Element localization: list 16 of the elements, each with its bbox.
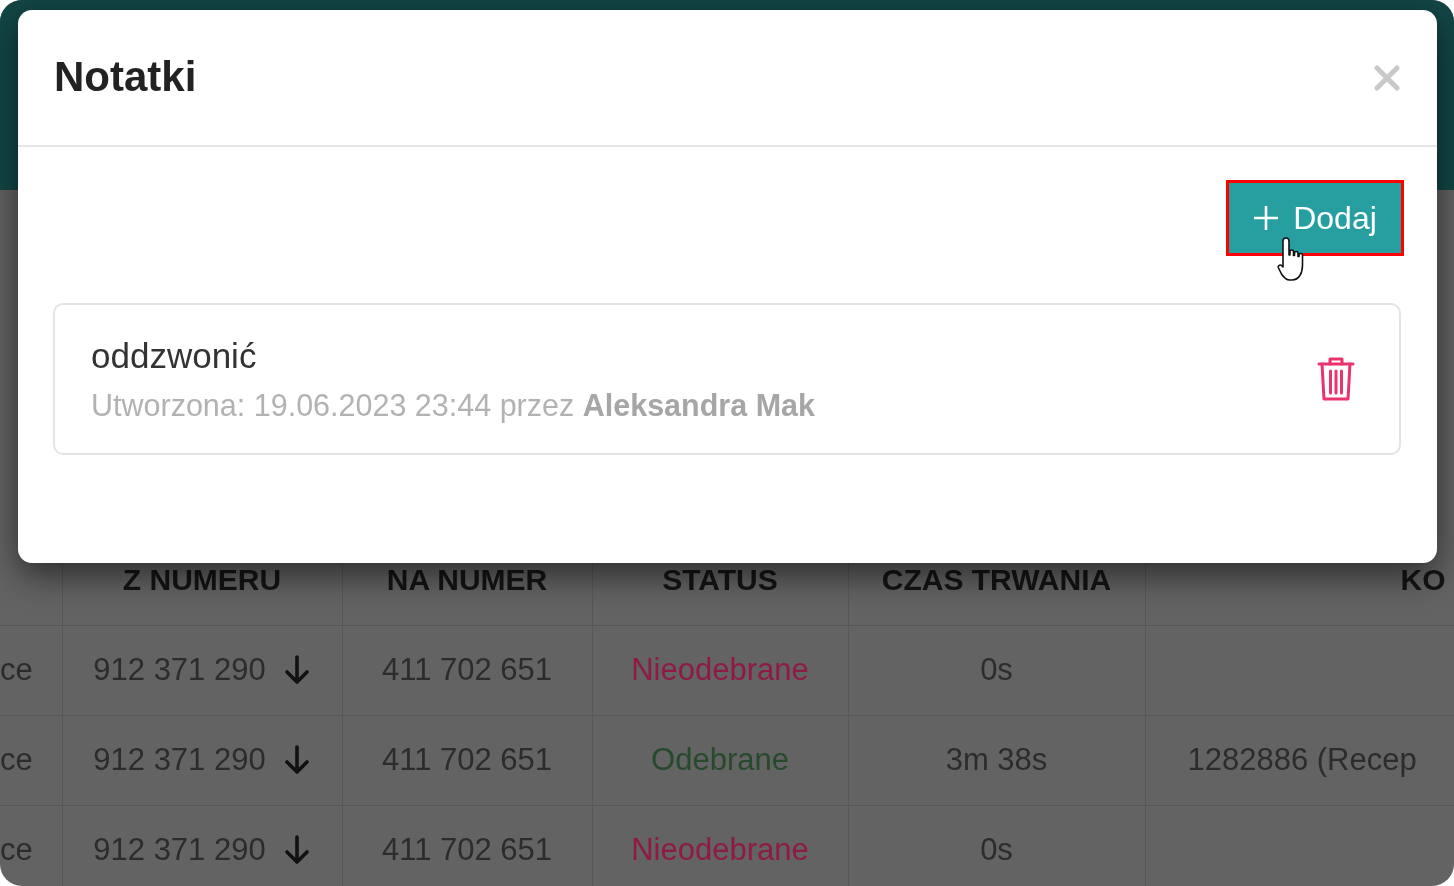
phone-number: 912 371 290 — [93, 740, 266, 779]
dialog-title: Notatki — [54, 54, 197, 101]
arrow-down-icon — [282, 745, 311, 775]
phone-number: 912 371 290 — [93, 830, 266, 869]
add-button[interactable]: Dodaj — [1229, 183, 1401, 253]
status-text: Nieodebrane — [592, 625, 848, 715]
plus-icon — [1253, 205, 1280, 231]
table-cell: 0s — [848, 625, 1145, 715]
table-cell: 3m 38s — [848, 715, 1145, 805]
phone-number: 912 371 290 — [93, 650, 266, 689]
arrow-down-icon — [282, 655, 311, 685]
note-meta: Utworzona: 19.06.2023 23:44 przez Aleksandra Mak — [91, 386, 815, 424]
arrow-down-icon — [282, 835, 311, 865]
note-text: oddzwonić — [91, 334, 258, 377]
trash-icon[interactable] — [1317, 356, 1355, 402]
status-text: Odebrane — [592, 715, 848, 805]
